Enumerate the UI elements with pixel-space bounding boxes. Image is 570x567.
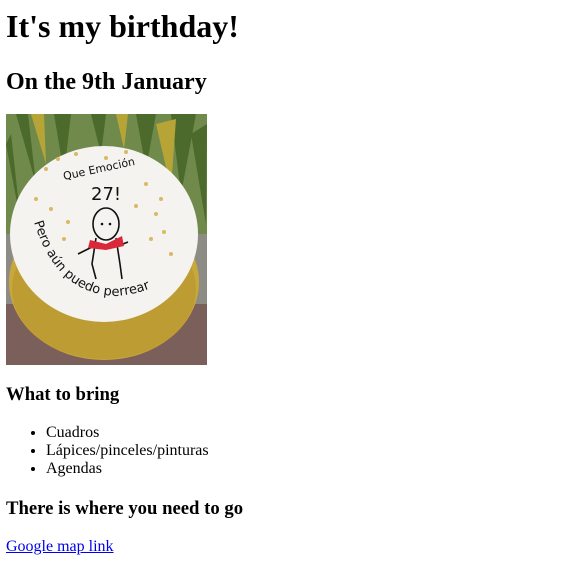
cake-figure-eye-right xyxy=(108,222,112,226)
page-content: It's my birthday! On the 9th January Que… xyxy=(6,0,564,556)
list-item: Lápices/pinceles/pinturas xyxy=(46,442,564,460)
bring-list: Cuadros Lápices/pinceles/pinturas Agenda… xyxy=(6,424,564,478)
page-title: It's my birthday! xyxy=(6,8,239,44)
birthday-cake-image: Que Emoción 27! Pero aún puedo perrear xyxy=(6,114,207,365)
page-subtitle: On the 9th January xyxy=(6,69,207,95)
list-item: Agendas xyxy=(46,460,564,478)
location-heading: There is where you need to go xyxy=(6,498,244,519)
cake-text-number: 27! xyxy=(91,184,121,205)
bring-heading: What to bring xyxy=(6,384,120,405)
cake-figure-eye-left xyxy=(100,222,104,226)
birthday-cake-icon: Que Emoción 27! Pero aún puedo perrear xyxy=(6,114,207,365)
list-item: Cuadros xyxy=(46,424,564,442)
google-map-link[interactable]: Google map link xyxy=(6,538,114,556)
